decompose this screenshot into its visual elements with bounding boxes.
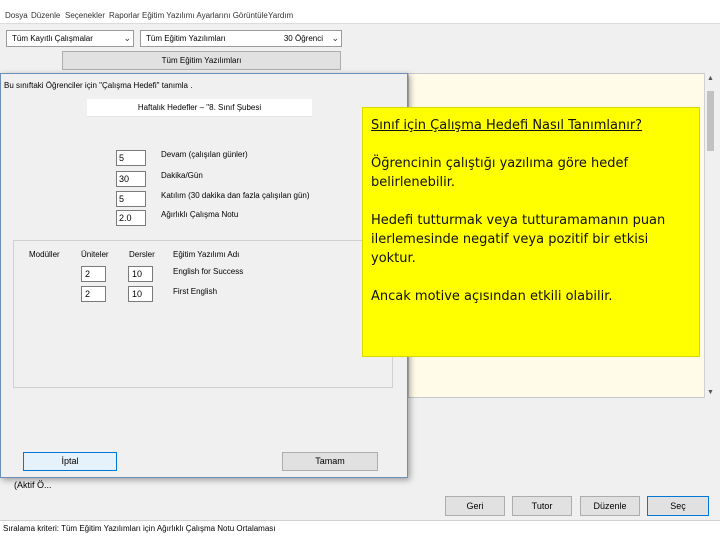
menu-bar: Dosya Düzenle Seçenekler Raporlar Eğitim…: [0, 8, 720, 24]
vertical-scrollbar[interactable]: ▲ ▼: [704, 73, 716, 398]
cancel-button[interactable]: İptal: [23, 452, 117, 471]
students-combo[interactable]: Tüm Kayıtlı Çalışmalar ⌄: [6, 30, 134, 47]
tutor-button[interactable]: Tutor: [512, 496, 572, 516]
units-input-row1[interactable]: 2: [81, 266, 106, 282]
menu-edit[interactable]: Düzenle: [31, 11, 60, 20]
scroll-up-icon[interactable]: ▲: [707, 75, 714, 82]
lessons-input-row1[interactable]: 10: [128, 266, 153, 282]
scroll-down-icon[interactable]: ▼: [707, 389, 714, 396]
callout-paragraph-2: Hedefi tutturmak veya tutturamamanın pua…: [371, 213, 666, 266]
software-count: 30 Öğrenci: [283, 34, 323, 43]
weekly-targets-header: Haftalık Hedefler – "8. Sınıf Şubesi: [87, 99, 312, 117]
col-lessons: Dersler: [129, 250, 155, 259]
dialog-title: Bu sınıftaki Öğrenciler için "Çalışma He…: [4, 81, 193, 90]
units-input-row2[interactable]: 2: [81, 286, 106, 302]
ok-button[interactable]: Tamam: [282, 452, 378, 471]
select-button[interactable]: Seç: [647, 496, 709, 516]
menu-reports[interactable]: Raporlar: [109, 11, 140, 20]
chevron-down-icon: ⌄: [123, 33, 131, 43]
back-button[interactable]: Geri: [445, 496, 505, 516]
info-callout: Sınıf için Çalışma Hedefi Nasıl Tanımlan…: [362, 107, 700, 357]
menu-file[interactable]: Dosya: [5, 11, 28, 20]
minutes-per-day-label: Dakika/Gün: [161, 171, 203, 180]
minutes-per-day-input[interactable]: 30: [116, 171, 146, 187]
lessons-input-row2[interactable]: 10: [128, 286, 153, 302]
students-combo-value: Tüm Kayıtlı Çalışmalar: [12, 34, 93, 43]
software-combo[interactable]: Tüm Eğitim Yazılımları 30 Öğrenci ⌄: [140, 30, 342, 47]
attendance-days-input[interactable]: 5: [116, 150, 146, 166]
all-software-button[interactable]: Tüm Eğitim Yazılımları: [62, 51, 341, 70]
callout-paragraph-1: Öğrencinin çalıştığı yazılıma göre hedef…: [371, 156, 629, 190]
weighted-score-input[interactable]: 2.0: [116, 210, 146, 226]
participation-label: Katılım (30 dakika dan fazla çalışılan g…: [161, 191, 310, 200]
col-modules: Modüller: [29, 250, 60, 259]
window-title-stub: [0, 0, 720, 8]
edit-button[interactable]: Düzenle: [580, 496, 640, 516]
menu-view-software-settings[interactable]: Eğitim Yazılımı Ayarlarını Görüntüle: [142, 11, 268, 20]
menu-options[interactable]: Seçenekler: [65, 11, 105, 20]
callout-paragraph-3: Ancak motive açısından etkili olabilir.: [371, 289, 613, 304]
software-name-row2: First English: [173, 287, 218, 296]
sort-criteria-text: Sıralama kriteri: Tüm Eğitim Yazılımları…: [3, 524, 276, 533]
participation-input[interactable]: 5: [116, 191, 146, 207]
status-bar: Sıralama kriteri: Tüm Eğitim Yazılımları…: [0, 520, 720, 540]
software-name-row1: English for Success: [173, 267, 244, 276]
chevron-down-icon: ⌄: [331, 33, 339, 43]
col-software-name: Eğitim Yazılımı Adı: [173, 250, 240, 259]
software-goals-group: [13, 240, 393, 388]
callout-heading: Sınıf için Çalışma Hedefi Nasıl Tanımlan…: [371, 118, 643, 133]
col-units: Üniteler: [81, 250, 109, 259]
study-goal-dialog: Bu sınıftaki Öğrenciler için "Çalışma He…: [0, 73, 408, 478]
software-combo-value: Tüm Eğitim Yazılımları: [146, 34, 226, 43]
menu-help[interactable]: Yardım: [268, 11, 293, 20]
active-students-label: (Aktif Ö...: [14, 480, 52, 490]
attendance-days-label: Devam (çalışılan günler): [161, 150, 248, 159]
weighted-score-label: Ağırlıklı Çalışma Notu: [161, 210, 239, 219]
scrollbar-thumb[interactable]: [707, 91, 714, 151]
